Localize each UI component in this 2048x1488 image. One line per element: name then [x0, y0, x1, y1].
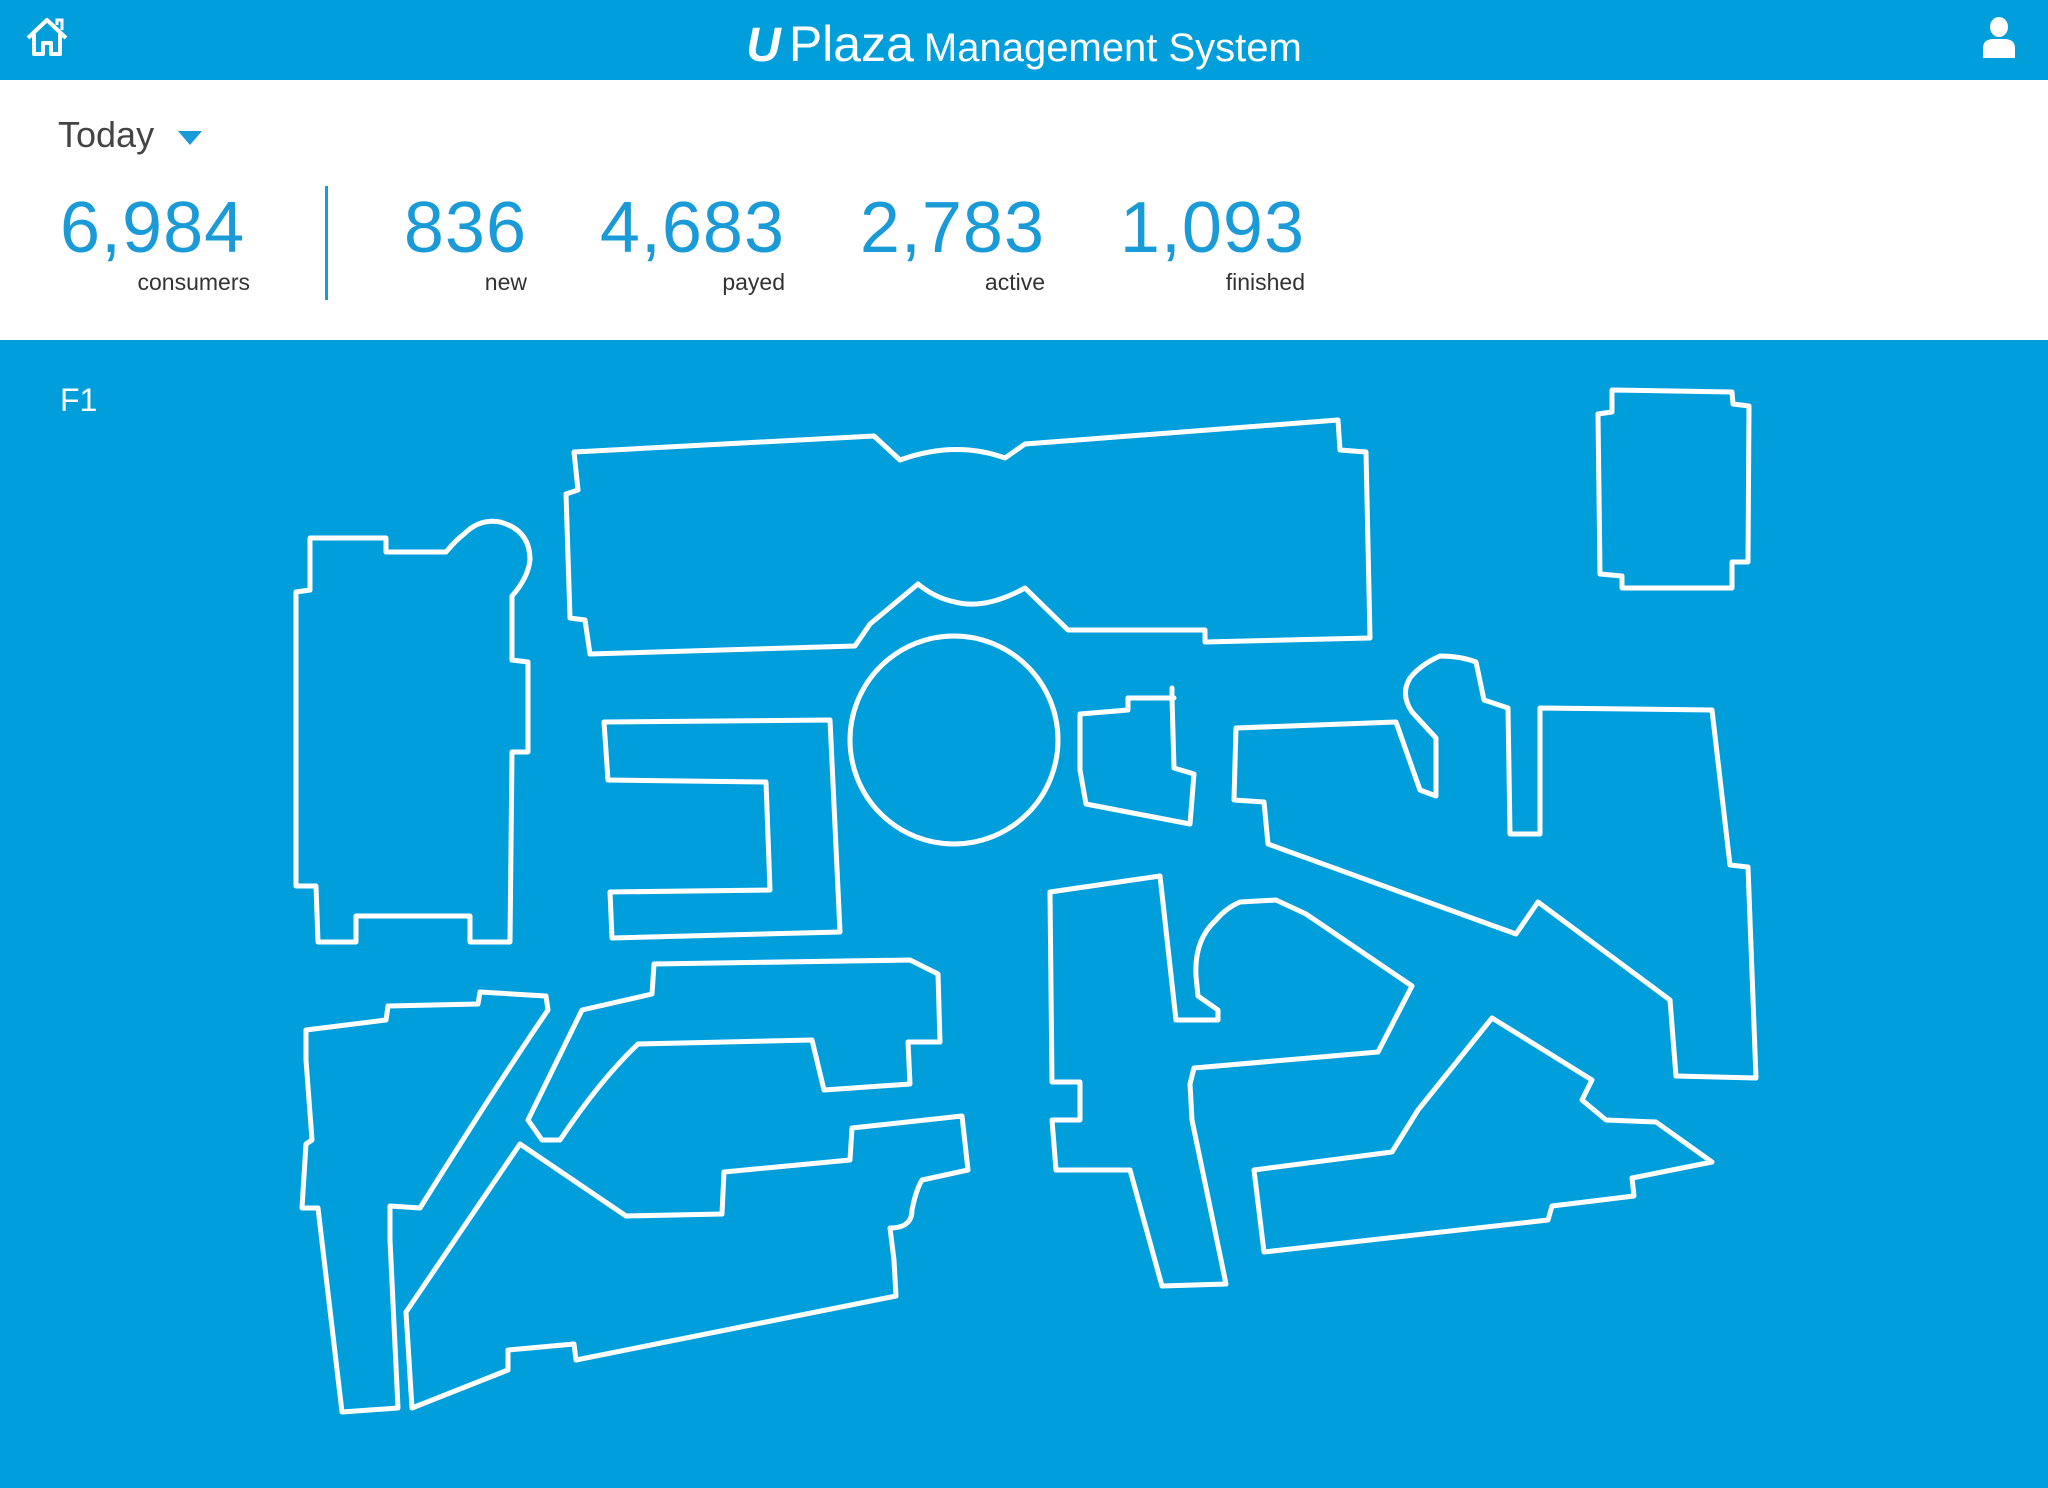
store-outline[interactable]	[563, 417, 1373, 657]
user-icon	[1983, 17, 2015, 58]
stat-label: active	[984, 269, 1045, 295]
stat-label: payed	[722, 269, 785, 295]
app-title: U Plaza Management System	[0, 14, 2048, 78]
stat-new: 836 new	[400, 188, 527, 296]
store-outline[interactable]	[1595, 387, 1752, 591]
store-outline[interactable]	[1077, 695, 1197, 827]
title-plaza: Plaza	[788, 16, 914, 72]
stat-value: 6,984	[60, 188, 246, 268]
stat-value: 2,783	[859, 188, 1045, 268]
store-outline[interactable]	[601, 717, 843, 941]
stat-consumers: 6,984 consumers	[60, 188, 250, 296]
period-label: Today	[58, 114, 155, 155]
stat-payed: 4,683 payed	[590, 188, 785, 296]
stat-label: new	[484, 269, 527, 295]
title-rest: Management System	[923, 26, 1302, 70]
period-dropdown[interactable]: Today	[58, 110, 203, 160]
stat-finished: 1,093 finished	[1110, 188, 1305, 296]
store-outline[interactable]	[403, 1113, 971, 1411]
stats-panel: Today 6,984 consumers 836 new 4,683 paye…	[0, 80, 2048, 340]
stats-divider	[325, 186, 328, 300]
floor-plan	[293, 387, 1759, 1415]
stat-value: 836	[403, 188, 527, 268]
app-header: U Plaza Management System	[0, 0, 2048, 80]
user-button[interactable]	[1976, 14, 2022, 60]
stat-label: consumers	[137, 269, 250, 295]
floor-map: F1	[0, 340, 2048, 1488]
store-outline[interactable]	[293, 518, 533, 945]
caret-down-icon	[178, 131, 203, 145]
stat-active: 2,783 active	[850, 188, 1045, 296]
stat-label: finished	[1225, 269, 1305, 295]
store-outline[interactable]	[525, 957, 943, 1143]
store-outline[interactable]	[847, 633, 1061, 847]
stat-value: 1,093	[1119, 188, 1305, 268]
stat-value: 4,683	[599, 188, 785, 268]
title-logo-u: U	[746, 19, 781, 72]
